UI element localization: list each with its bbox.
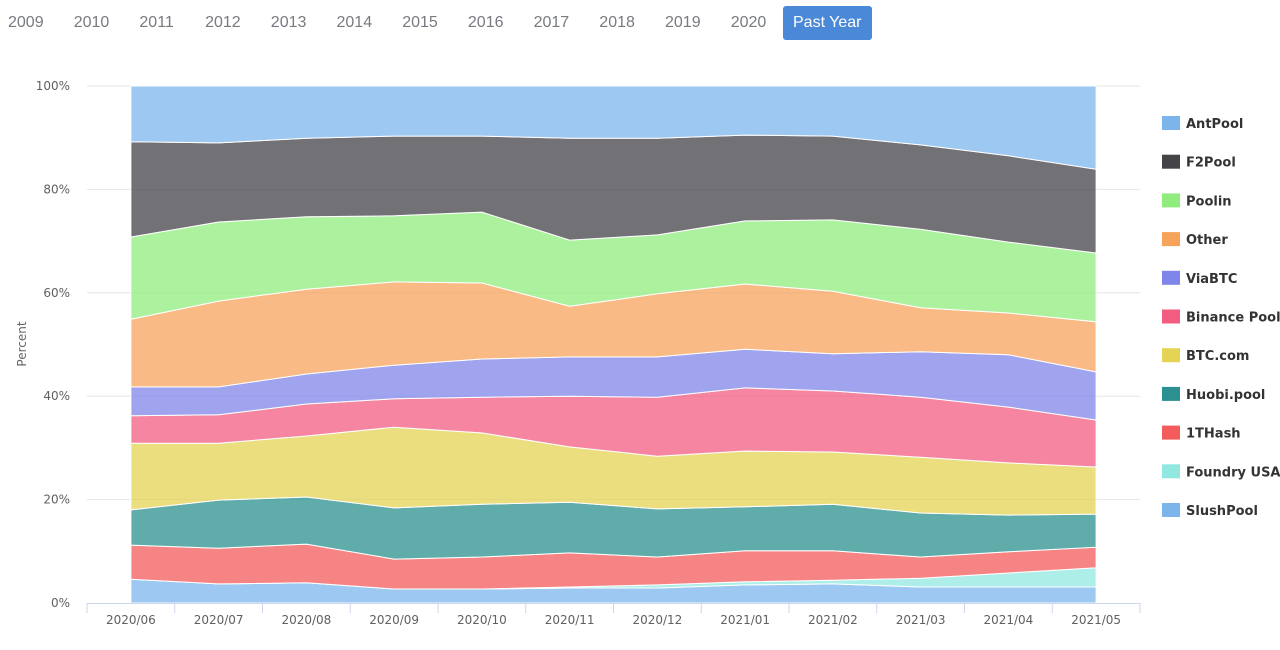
legend-label: Huobi.pool [1186, 388, 1265, 403]
x-tick-label: 2021/03 [896, 613, 946, 627]
legend-item-1thash[interactable]: 1THash [1162, 425, 1241, 442]
legend-item-viabtc[interactable]: ViaBTC [1162, 270, 1237, 287]
x-tick-label: 2021/05 [1071, 613, 1121, 627]
x-axis: 2020/06 2020/07 2020/08 2020/09 2020/10 2020/… [86, 603, 1141, 627]
y-axis-ticks: 0% 20% 40% 60% 80% 100% [36, 79, 70, 610]
legend: AntPool F2Pool Poolin Other ViaBTC Binance Po… [1162, 116, 1280, 519]
legend-item-binance-pool[interactable]: Binance Pool [1162, 309, 1280, 326]
legend-label: BTC.com [1186, 349, 1249, 364]
x-tick-label: 2021/04 [983, 613, 1033, 627]
legend-item-other[interactable]: Other [1162, 232, 1228, 248]
legend-label: AntPool [1186, 117, 1243, 132]
x-tick-label: 2020/11 [545, 613, 595, 627]
stacked-area-chart: 0% 20% 40% 60% 80% 100% 2020/06 2020/07 2020/08… [15, 79, 1280, 627]
legend-label: ViaBTC [1186, 272, 1237, 287]
legend-label: SlushPool [1186, 504, 1258, 519]
y-tick-label: 0% [51, 596, 70, 610]
legend-swatch [1162, 193, 1180, 208]
y-tick-label: 20% [43, 493, 70, 507]
x-tick-label: 2020/08 [281, 613, 331, 627]
legend-swatch [1162, 503, 1180, 517]
legend-item-btc-com[interactable]: BTC.com [1162, 348, 1249, 364]
legend-item-antpool[interactable]: AntPool [1162, 116, 1243, 132]
legend-label: 1THash [1186, 427, 1241, 442]
legend-swatch [1162, 464, 1180, 479]
legend-item-huobi-pool[interactable]: Huobi.pool [1162, 386, 1265, 403]
x-tick-label: 2020/12 [632, 613, 682, 627]
legend-label: F2Pool [1186, 156, 1236, 171]
legend-swatch [1162, 309, 1180, 324]
legend-item-poolin[interactable]: Poolin [1162, 193, 1232, 209]
y-tick-label: 100% [36, 79, 70, 93]
legend-label: Foundry USA [1186, 465, 1280, 480]
x-tick-label: 2021/02 [808, 613, 858, 627]
y-axis-title: Percent [15, 321, 29, 366]
legend-swatch [1162, 154, 1180, 169]
y-tick-label: 60% [43, 286, 70, 300]
legend-swatch [1162, 386, 1180, 401]
x-tick-label: 2020/10 [457, 613, 507, 627]
legend-swatch [1162, 270, 1180, 285]
legend-label: Poolin [1186, 194, 1232, 209]
area-series [130, 85, 1097, 604]
legend-swatch [1162, 425, 1180, 440]
x-tick-label: 2021/01 [720, 613, 770, 627]
legend-swatch [1162, 348, 1180, 363]
legend-swatch [1162, 232, 1180, 247]
legend-swatch [1162, 116, 1180, 130]
y-tick-label: 40% [43, 389, 70, 403]
y-tick-label: 80% [43, 182, 70, 196]
legend-label: Other [1186, 233, 1228, 248]
x-tick-label: 2020/09 [369, 613, 419, 627]
x-tick-label: 2020/07 [194, 613, 244, 627]
legend-item-f2pool[interactable]: F2Pool [1162, 154, 1236, 171]
x-tick-label: 2020/06 [106, 613, 156, 627]
legend-item-slushpool[interactable]: SlushPool [1162, 503, 1258, 519]
legend-item-foundry-usa[interactable]: Foundry USA [1162, 464, 1280, 480]
legend-label: Binance Pool [1186, 311, 1280, 326]
